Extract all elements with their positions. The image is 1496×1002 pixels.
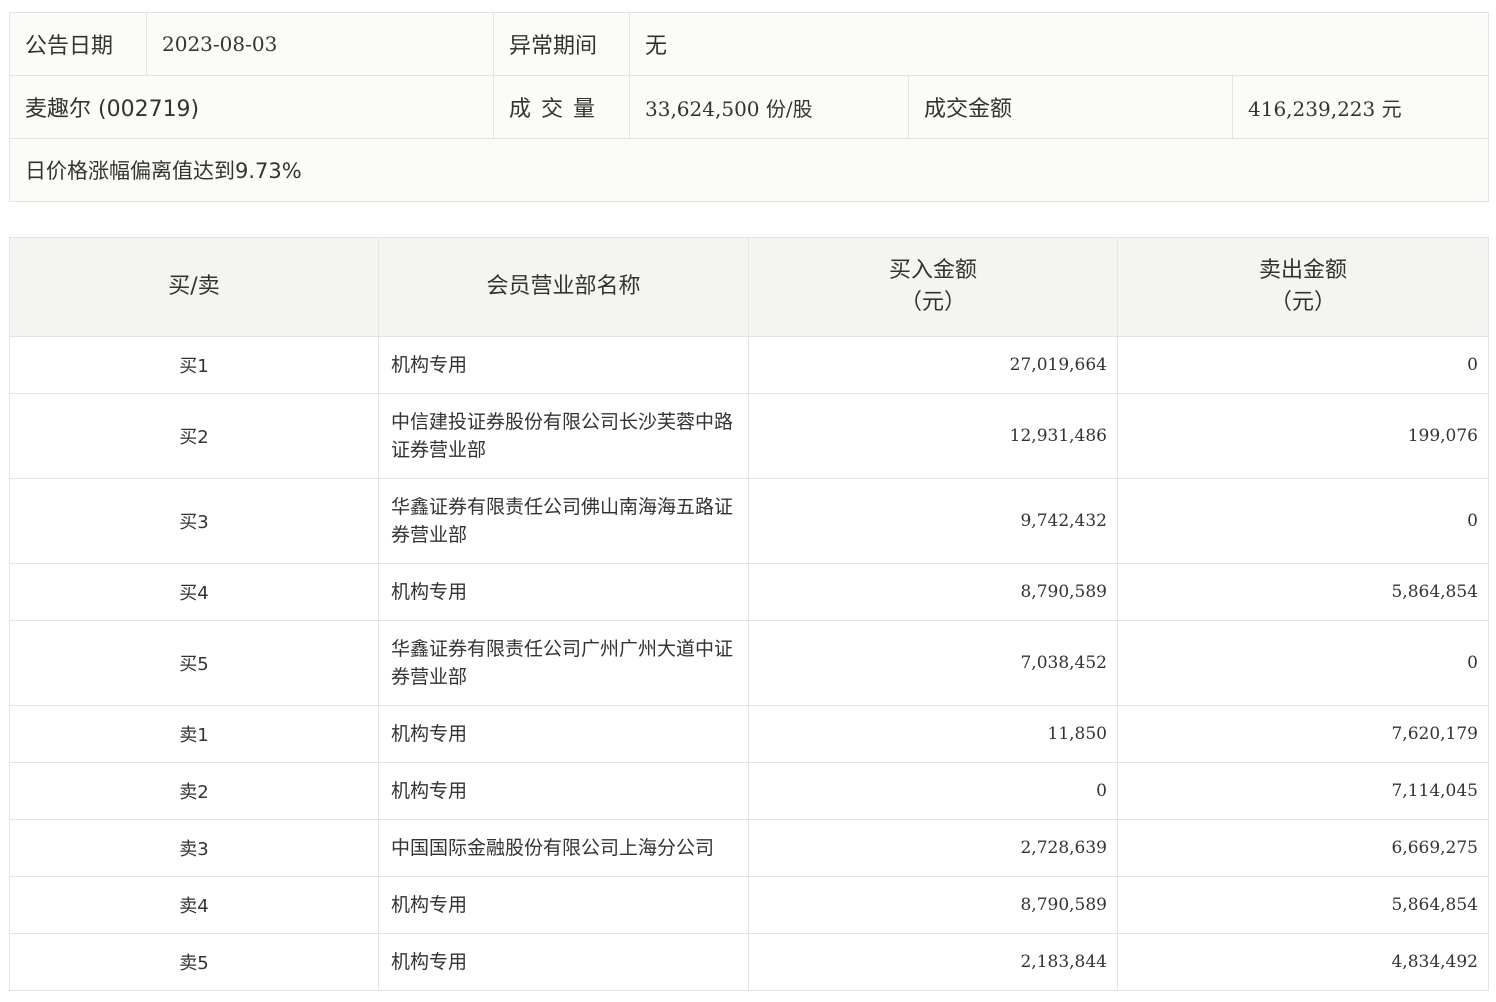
table-row: 买5 华鑫证券有限责任公司广州广州大道中证券营业部 7,038,452 0 [9,620,1489,706]
header-sell-amount: 卖出金额 （元） [1117,237,1489,337]
row-side: 卖4 [9,876,379,934]
row-side: 买5 [9,620,379,706]
turnover-value: 416,239,223 元 [1232,75,1489,139]
table-header-row: 买/卖 会员营业部名称 买入金额 （元） 卖出金额 （元） [9,237,1489,337]
row-department: 中信建投证券股份有限公司长沙芙蓉中路证券营业部 [378,393,749,479]
row-buy-amount: 7,038,452 [748,620,1118,706]
row-buy-amount: 27,019,664 [748,336,1118,394]
turnover-label: 成交金额 [908,75,1233,139]
header-buy-amount-label: 买入金额 [888,258,977,283]
table-row: 买2 中信建投证券股份有限公司长沙芙蓉中路证券营业部 12,931,486 19… [9,393,1489,479]
row-side: 卖1 [9,705,379,763]
row-side: 卖5 [9,933,379,991]
announce-date-value: 2023-08-03 [146,12,494,76]
header-side-label: 买/卖 [168,274,220,299]
row-buy-amount: 9,742,432 [748,478,1118,564]
row-buy-amount: 8,790,589 [748,876,1118,934]
row-department: 机构专用 [378,336,749,394]
row-buy-amount: 2,728,639 [748,819,1118,877]
table-row: 卖3 中国国际金融股份有限公司上海分公司 2,728,639 6,669,275 [9,819,1489,877]
row-buy-amount: 11,850 [748,705,1118,763]
table-row: 买4 机构专用 8,790,589 5,864,854 [9,563,1489,621]
header-sell-unit: （元） [1269,290,1336,315]
summary-row-date: 公告日期 2023-08-03 异常期间 无 [9,12,1489,76]
row-sell-amount: 5,864,854 [1117,876,1489,934]
header-side: 买/卖 [9,237,379,337]
row-department: 华鑫证券有限责任公司佛山南海海五路证券营业部 [378,478,749,564]
row-sell-amount: 199,076 [1117,393,1489,479]
row-buy-amount: 12,931,486 [748,393,1118,479]
row-sell-amount: 5,864,854 [1117,563,1489,621]
row-sell-amount: 7,620,179 [1117,705,1489,763]
row-sell-amount: 0 [1117,336,1489,394]
table-row: 买1 机构专用 27,019,664 0 [9,336,1489,394]
table-row: 买3 华鑫证券有限责任公司佛山南海海五路证券营业部 9,742,432 0 [9,478,1489,564]
header-department-label: 会员营业部名称 [486,274,641,299]
abnormal-period-label: 异常期间 [493,12,630,76]
table-body: 买1 机构专用 27,019,664 0 买2 中信建投证券股份有限公司长沙芙蓉… [9,336,1489,991]
abnormal-reason: 日价格涨幅偏离值达到9.73% [9,138,1489,202]
row-department: 华鑫证券有限责任公司广州广州大道中证券营业部 [378,620,749,706]
row-department: 机构专用 [378,876,749,934]
table-row: 卖1 机构专用 11,850 7,620,179 [9,705,1489,763]
header-department: 会员营业部名称 [378,237,749,337]
row-department: 中国国际金融股份有限公司上海分公司 [378,819,749,877]
header-buy-unit: （元） [899,290,966,315]
summary-table: 公告日期 2023-08-03 异常期间 无 麦趣尔 (002719) 成交量 … [9,12,1489,202]
row-department: 机构专用 [378,933,749,991]
summary-row-reason: 日价格涨幅偏离值达到9.73% [9,138,1489,202]
summary-row-volume: 麦趣尔 (002719) 成交量 33,624,500 份/股 成交金额 416… [9,75,1489,139]
row-department: 机构专用 [378,563,749,621]
volume-value: 33,624,500 份/股 [629,75,909,139]
announce-date-label: 公告日期 [9,12,147,76]
row-buy-amount: 8,790,589 [748,563,1118,621]
row-sell-amount: 4,834,492 [1117,933,1489,991]
table-row: 卖5 机构专用 2,183,844 4,834,492 [9,933,1489,991]
abnormal-period-value: 无 [629,12,1489,76]
row-side: 买4 [9,563,379,621]
row-side: 卖3 [9,819,379,877]
row-department: 机构专用 [378,762,749,820]
row-buy-amount: 0 [748,762,1118,820]
row-sell-amount: 0 [1117,620,1489,706]
row-side: 买3 [9,478,379,564]
trading-detail-table: 买/卖 会员营业部名称 买入金额 （元） 卖出金额 （元） 买1 机构专用 27… [9,237,1489,991]
row-side: 买1 [9,336,379,394]
header-sell-amount-label: 卖出金额 [1258,258,1347,283]
row-buy-amount: 2,183,844 [748,933,1118,991]
row-department: 机构专用 [378,705,749,763]
stock-name: 麦趣尔 (002719) [9,75,494,139]
table-row: 卖4 机构专用 8,790,589 5,864,854 [9,876,1489,934]
volume-label: 成交量 [493,75,630,139]
table-row: 卖2 机构专用 0 7,114,045 [9,762,1489,820]
row-sell-amount: 6,669,275 [1117,819,1489,877]
header-buy-amount: 买入金额 （元） [748,237,1118,337]
row-sell-amount: 7,114,045 [1117,762,1489,820]
row-sell-amount: 0 [1117,478,1489,564]
row-side: 买2 [9,393,379,479]
row-side: 卖2 [9,762,379,820]
